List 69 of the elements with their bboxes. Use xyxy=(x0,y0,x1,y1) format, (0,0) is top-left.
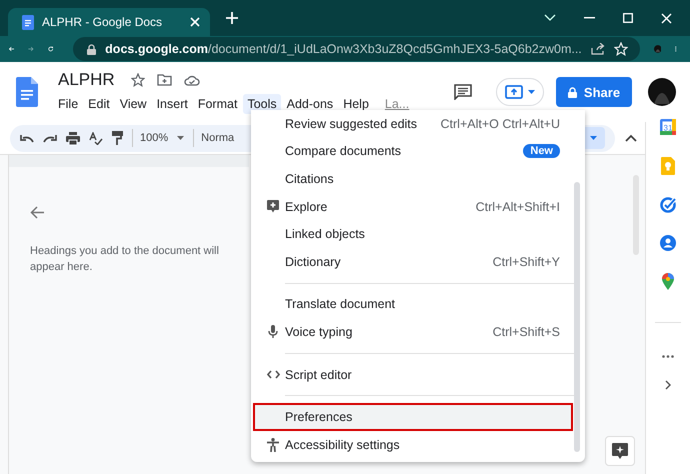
accessibility-icon xyxy=(267,438,279,452)
chevron-right-icon[interactable] xyxy=(665,380,671,390)
menu-option[interactable]: Compare documents New xyxy=(251,138,585,166)
lock-icon xyxy=(87,44,96,54)
tasks-icon[interactable] xyxy=(660,197,676,213)
share-icon[interactable] xyxy=(590,43,605,55)
chevron-up-icon[interactable] xyxy=(625,134,637,142)
undo-icon[interactable] xyxy=(20,134,34,142)
menu-option[interactable]: Accessibility settings xyxy=(251,430,585,459)
star-icon[interactable] xyxy=(130,73,145,87)
contacts-icon[interactable] xyxy=(660,235,676,251)
menu-option[interactable]: Dictionary Ctrl+Shift+Y xyxy=(251,248,585,276)
menu-option[interactable]: Translate document xyxy=(251,290,585,318)
url-text: docs.google.com/document/d/1_iUdLaOnw3Xb3uZ8Qcd5GmhJEX3-5aQ6b2zw0m... xyxy=(105,42,582,56)
menu-option[interactable]: Explore Ctrl+Alt+Shift+I xyxy=(251,192,585,220)
calendar-icon[interactable]: 31 xyxy=(660,119,676,135)
menu-option[interactable]: Linked objects xyxy=(251,220,585,248)
caret-icon[interactable] xyxy=(177,136,184,140)
paint-format-icon[interactable] xyxy=(112,131,123,145)
cloud-icon[interactable] xyxy=(184,74,200,86)
menu-item[interactable]: View xyxy=(116,94,151,114)
menu-option[interactable]: Script editor xyxy=(251,360,585,388)
menu-item[interactable]: Format xyxy=(194,94,242,114)
avatar-icon[interactable] xyxy=(648,78,676,106)
menu-option[interactable]: Voice typing Ctrl+Shift+S xyxy=(251,318,585,346)
document-title[interactable]: ALPHR xyxy=(58,70,115,90)
lock-icon xyxy=(568,86,577,98)
back-icon[interactable] xyxy=(30,206,45,219)
shortcut-text: Ctrl+Shift+Y xyxy=(492,254,560,269)
menu-option[interactable]: Preferences xyxy=(253,403,573,431)
docs-logo-icon[interactable] xyxy=(16,77,38,107)
menu-item[interactable]: Insert xyxy=(152,94,192,114)
folder-icon[interactable] xyxy=(156,74,172,86)
shortcut-text: Ctrl+Shift+S xyxy=(492,324,560,339)
caret-icon xyxy=(528,90,535,94)
shortcut-text: Ctrl+Alt+O Ctrl+Alt+U xyxy=(440,116,560,131)
docs-icon xyxy=(22,14,34,30)
new-badge: New xyxy=(523,144,560,158)
maximize-icon[interactable] xyxy=(623,13,633,23)
more-icon[interactable] xyxy=(662,355,674,358)
chevron-down-icon[interactable] xyxy=(544,14,556,22)
tab-title: ALPHR - Google Docs xyxy=(42,15,164,29)
explore-icon xyxy=(267,200,279,214)
address-field[interactable]: docs.google.com/document/d/1_iUdLaOnw3Xb3uZ8Qcd5GmhJEX3-5aQ6b2zw0m... xyxy=(73,37,640,61)
map-pin-icon[interactable] xyxy=(662,273,674,290)
share-button[interactable]: Share xyxy=(556,77,632,107)
caret-icon xyxy=(590,136,596,140)
style-dropdown[interactable]: Norma xyxy=(201,132,234,144)
comment-icon[interactable] xyxy=(454,84,472,100)
zoom-dropdown[interactable]: 100% xyxy=(140,132,168,144)
menu-item[interactable]: Edit xyxy=(84,94,114,114)
new-tab-icon[interactable] xyxy=(226,12,238,24)
spellcheck-icon[interactable] xyxy=(89,132,103,144)
menu-item[interactable]: File xyxy=(54,94,82,114)
redo-icon[interactable] xyxy=(43,134,57,142)
outline-message: Headings you add to the document will appear here. xyxy=(30,244,220,275)
menu-option[interactable]: Citations xyxy=(251,165,585,193)
present-button[interactable] xyxy=(496,78,544,106)
close-icon[interactable] xyxy=(661,12,672,24)
print-icon[interactable] xyxy=(66,132,80,144)
shortcut-text: Ctrl+Alt+Shift+I xyxy=(476,200,560,214)
explore-icon xyxy=(612,442,628,460)
close-icon[interactable] xyxy=(190,17,200,27)
explore-button[interactable] xyxy=(605,436,635,466)
microphone-icon xyxy=(268,324,278,339)
present-icon xyxy=(505,85,523,99)
minimize-icon[interactable] xyxy=(584,17,595,19)
browser-tab[interactable]: ALPHR - Google Docs xyxy=(8,8,210,36)
code-icon xyxy=(266,370,280,380)
